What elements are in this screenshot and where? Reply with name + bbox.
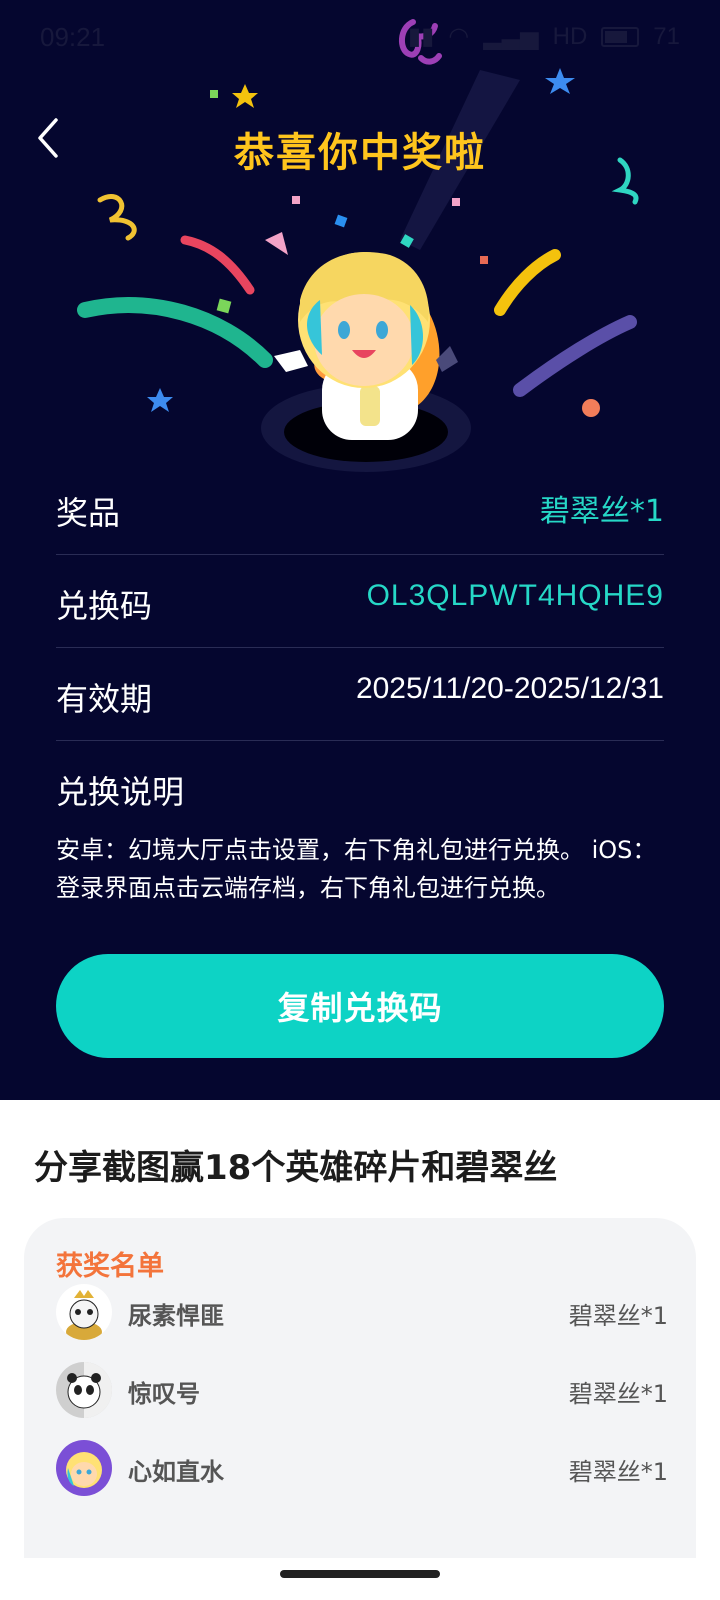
status-time: 09:21 [40, 22, 106, 52]
winner-prize: 碧翠丝*1 [568, 1458, 668, 1486]
page-title: 恭喜你中奖啦 [234, 130, 486, 176]
prize-value: 碧翠丝*1 [539, 494, 664, 529]
instructions-text: 安卓：幻境大厅点击设置，右下角礼包进行兑换。 iOS：登录界面点击云端存档，右下… [56, 836, 657, 902]
prize-row: 奖品 碧翠丝*1 [56, 462, 664, 555]
validity-row: 有效期 2025/11/20-2025/12/31 [56, 648, 664, 741]
redeem-code[interactable]: OL3QLPWT4HQHE9 [367, 579, 664, 613]
winner-row: 惊叹号 碧翠丝*1 [56, 1362, 668, 1422]
network-type: HD [552, 22, 588, 50]
winner-name: 惊叹号 [128, 1380, 200, 1408]
code-row: 兑换码 OL3QLPWT4HQHE9 [56, 555, 664, 648]
winner-row: 尿素悍匪 碧翠丝*1 [56, 1284, 668, 1344]
avatar[interactable] [56, 1362, 112, 1418]
winner-prize: 碧翠丝*1 [568, 1302, 668, 1330]
validity-value: 2025/11/20-2025/12/31 [355, 672, 664, 705]
winner-name: 尿素悍匪 [128, 1302, 224, 1330]
winners-card: 获奖名单 尿素悍匪 碧翠丝*1 惊叹号 碧翠丝*1 心如直水 碧翠丝*1 [24, 1218, 696, 1558]
avatar[interactable] [56, 1440, 112, 1496]
copy-code-button[interactable]: 复制兑换码 [56, 954, 664, 1058]
battery-level: 71 [653, 22, 680, 50]
signal-icon: ▮▮ [407, 23, 435, 50]
status-icons: ▮▮ ◠ ▂▃▅ HD 71 [408, 22, 680, 51]
prize-label: 奖品 [56, 494, 121, 532]
prize-details: 奖品 碧翠丝*1 兑换码 OL3QLPWT4HQHE9 有效期 2025/11/… [56, 462, 664, 907]
cellular-icon: ▂▃▅ [483, 23, 539, 50]
winner-name: 心如直水 [128, 1458, 224, 1486]
code-label: 兑换码 [56, 587, 153, 625]
share-title: 分享截图赢18个英雄碎片和碧翠丝 [34, 1148, 558, 1188]
prize-panel: 09:21 ▮▮ ◠ ▂▃▅ HD 71 恭喜你中奖啦 奖品 碧翠丝*1 兑换码… [0, 0, 720, 1100]
avatar[interactable] [56, 1284, 112, 1340]
wifi-icon: ◠ [448, 23, 470, 50]
winner-prize: 碧翠丝*1 [568, 1380, 668, 1408]
winners-title: 获奖名单 [56, 1251, 164, 1282]
home-indicator[interactable] [280, 1570, 440, 1578]
validity-label: 有效期 [56, 680, 153, 718]
battery-icon [601, 26, 640, 47]
winner-row: 心如直水 碧翠丝*1 [56, 1440, 668, 1500]
instructions-title: 兑换说明 [56, 773, 185, 811]
